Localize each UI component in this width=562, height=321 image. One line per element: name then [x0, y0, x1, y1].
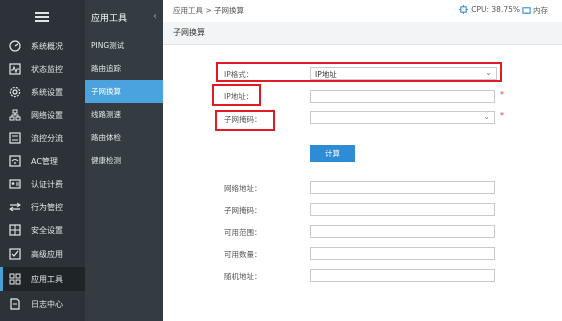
subnet-mask-select[interactable]: ⌄: [310, 111, 495, 124]
sidebar-item-label: 认证计费: [31, 179, 63, 189]
sidebar-item-label: AC管理: [31, 156, 58, 166]
tools-icon: [9, 273, 21, 285]
sidebar-item-label: 流控分流: [31, 133, 63, 143]
monitor-icon: [9, 63, 21, 75]
subnav-item-traceroute[interactable]: 路由追踪: [85, 57, 163, 80]
sidebar-item-behavior[interactable]: 行为管控: [0, 195, 85, 219]
sidebar-item-label: 网络设置: [31, 110, 63, 120]
memory-icon: [522, 7, 531, 14]
sidebar-item-monitor[interactable]: 状态监控: [0, 57, 85, 81]
required-mark: *: [500, 111, 504, 120]
highlight-box-ip-format: [216, 62, 502, 82]
usable-range-output: [310, 225, 495, 238]
chevron-down-icon: ⌄: [483, 112, 490, 121]
usable-count-label: 可用数量：: [224, 250, 262, 259]
memory-status: 内存: [522, 5, 562, 16]
sidebar: 系统概况 状态监控 系统设置 网络设置 流控分流 AC管理 认证计费 行为管控 …: [0, 0, 85, 321]
subnav-item-label: 线路测速: [91, 110, 121, 119]
page-title: 子网换算: [173, 28, 205, 37]
subnav-item-label: PING测试: [91, 41, 125, 50]
dashboard-icon: [9, 40, 21, 52]
subnav-item-label: 路由体检: [91, 133, 121, 142]
document-icon: [9, 298, 21, 310]
network-address-label: 网络地址：: [224, 184, 262, 193]
subnav-header: 应用工具 ‹: [85, 0, 163, 34]
subnav-item-label: 子网换算: [91, 87, 121, 96]
sidebar-item-traffic[interactable]: 流控分流: [0, 126, 85, 150]
sidebar-item-label: 行为管控: [31, 202, 63, 212]
sidebar-item-logs[interactable]: 日志中心: [0, 292, 85, 316]
sidebar-item-network[interactable]: 网络设置: [0, 103, 85, 127]
sidebar-item-tools[interactable]: 应用工具: [0, 267, 85, 291]
menu-collapse-icon[interactable]: [34, 12, 51, 22]
breadcrumb: 应用工具 > 子网换算: [173, 6, 245, 15]
result-mask-output: [310, 203, 495, 216]
sidebar-item-overview[interactable]: 系统概况: [0, 34, 85, 58]
sidebar-item-label: 状态监控: [31, 64, 63, 74]
wifi-icon: [9, 155, 21, 167]
result-mask-label: 子网掩码：: [224, 206, 262, 215]
subnav-title: 应用工具: [91, 13, 128, 24]
ip-address-input[interactable]: [310, 90, 495, 103]
subnav-item-ping[interactable]: PING测试: [85, 34, 163, 57]
subnav-item-label: 健康检测: [91, 156, 121, 165]
gear-icon: [9, 86, 21, 98]
network-address-output: [310, 181, 495, 194]
subnav-item-label: 路由追踪: [91, 64, 121, 73]
id-card-icon: [9, 178, 21, 190]
broadcast-address-label: 随机地址：: [224, 272, 262, 281]
sidebar-item-advanced[interactable]: 高级应用: [0, 242, 85, 266]
shield-icon: [9, 224, 21, 236]
sidebar-toggle[interactable]: [0, 0, 85, 34]
sidebar-item-label: 高级应用: [31, 249, 63, 259]
subnav: 应用工具 ‹ PING测试 路由追踪 子网换算 线路测速 路由体检 健康检测: [85, 0, 163, 321]
sidebar-item-label: 日志中心: [31, 299, 63, 309]
cpu-status: CPU: 38.75%: [459, 5, 520, 14]
traffic-icon: [9, 132, 21, 144]
sidebar-item-label: 应用工具: [31, 274, 63, 284]
cpu-icon: [459, 5, 469, 14]
sidebar-item-auth[interactable]: 认证计费: [0, 172, 85, 196]
sidebar-item-security[interactable]: 安全设置: [0, 218, 85, 242]
sidebar-item-ac[interactable]: AC管理: [0, 149, 85, 173]
usable-count-output: [310, 247, 495, 260]
highlight-box-ip-address: [212, 84, 261, 106]
topbar: 应用工具 > 子网换算 CPU: 38.75% 内存: [163, 0, 562, 23]
usable-range-label: 可用范围：: [224, 228, 262, 237]
sidebar-item-label: 系统概况: [31, 41, 63, 51]
subnav-item-health[interactable]: 健康检测: [85, 149, 163, 172]
page-title-bar: 子网换算: [163, 22, 562, 45]
sidebar-item-settings[interactable]: 系统设置: [0, 80, 85, 104]
required-mark: *: [500, 90, 504, 99]
subnet-calculator-form: IP格式： IP地址 ⌄ IP地址： * 子网掩码： ⌄ * 计算 网络地址： …: [163, 45, 562, 321]
subnav-item-route-check[interactable]: 路由体检: [85, 126, 163, 149]
subnav-item-subnet-calc[interactable]: 子网换算: [85, 80, 163, 103]
calculate-button[interactable]: 计算: [310, 145, 355, 162]
arrows-icon: [9, 201, 21, 213]
sidebar-item-label: 系统设置: [31, 87, 63, 97]
checkbox-icon: [9, 248, 21, 260]
subnav-item-speedtest[interactable]: 线路测速: [85, 103, 163, 126]
sidebar-item-label: 安全设置: [31, 225, 63, 235]
collapse-chevron-icon[interactable]: ‹: [153, 11, 157, 22]
broadcast-address-output: [310, 269, 495, 282]
cpu-usage: CPU: 38.75%: [471, 5, 520, 14]
memory-label: 内存: [533, 6, 548, 15]
highlight-box-subnet-mask: [215, 110, 275, 131]
network-icon: [9, 109, 21, 121]
